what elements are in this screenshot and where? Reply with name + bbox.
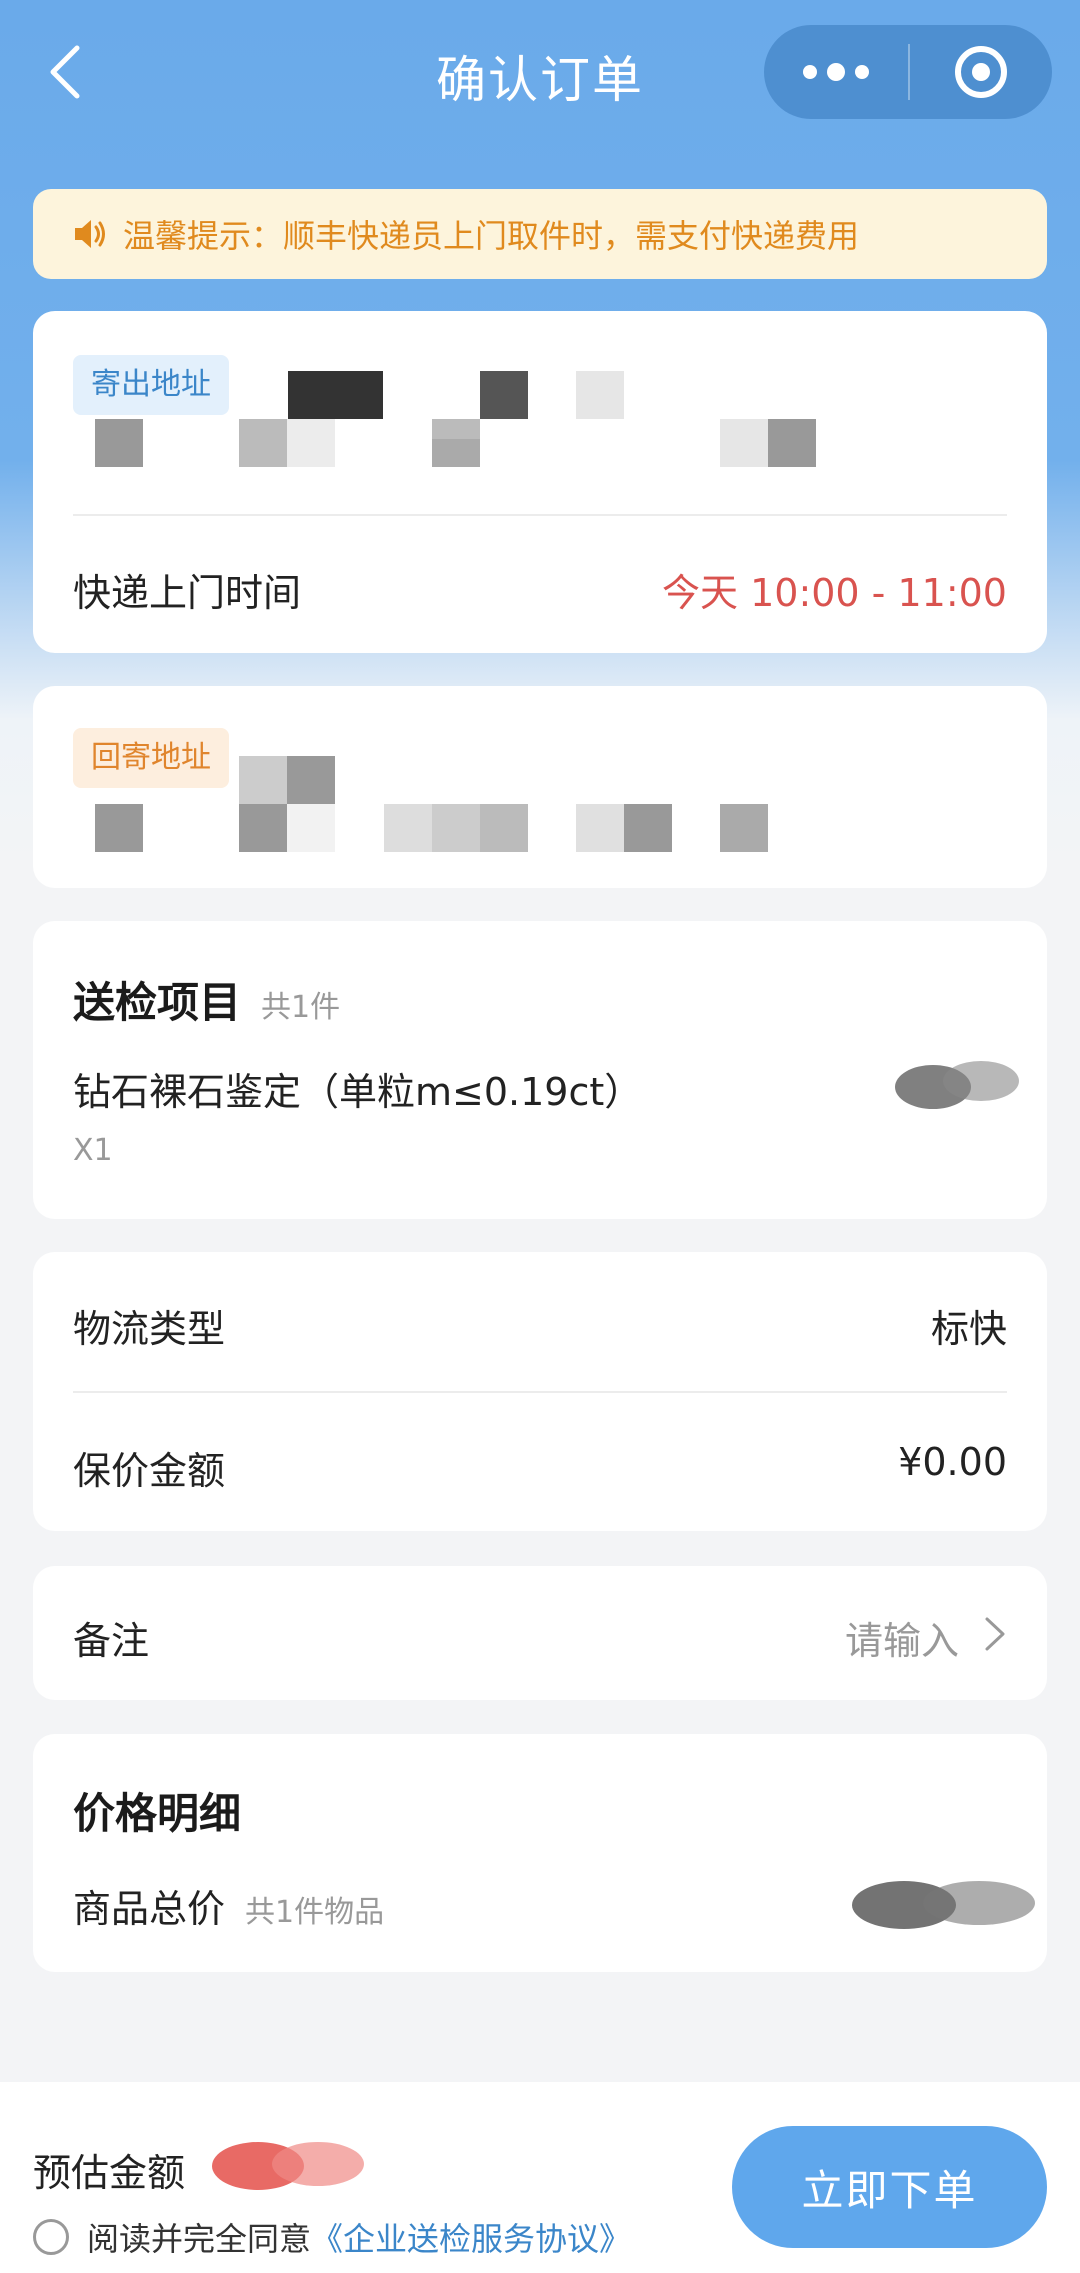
speaker-icon [75,220,105,248]
remark-label: 备注 [73,1619,150,1663]
agreement-row: 阅读并完全同意 《企业送检服务协议》 [33,2214,631,2260]
logistics-card: 物流类型 标快 保价金额 ¥0.00 [33,1252,1047,1531]
inspection-title-text: 送检项目 [73,978,242,1027]
inspection-items-card: 送检项目 共1件 钻石裸石鉴定（单粒m≤0.19ct） X1 [33,921,1047,1219]
price-detail-title: 价格明细 [73,1789,242,1838]
pickup-time-value[interactable]: 今天 10:00 - 11:00 [662,562,1007,617]
insured-amount-value: ¥0.00 [898,1440,1007,1484]
price-detail-card: 价格明细 商品总价 共1件物品 [33,1734,1047,1972]
chevron-right-icon [985,1617,1005,1651]
insured-amount-label: 保价金额 [73,1449,226,1493]
inspection-count: 共1件 [261,990,341,1025]
notice-text: 温馨提示：顺丰快递员上门取件时，需支付快递费用 [123,217,860,255]
logistics-type-label: 物流类型 [73,1307,226,1351]
price-total-sub: 共1件物品 [245,1895,385,1930]
return-address-tag: 回寄地址 [73,728,229,788]
price-total-label-text: 商品总价 [73,1887,226,1931]
divider [73,514,1007,516]
target-circle-icon[interactable] [910,25,1052,119]
logistics-type-value: 标快 [930,1307,1007,1351]
divider [73,1391,1007,1393]
redacted-total-price [852,1881,1035,1929]
more-dots-icon[interactable] [764,25,908,119]
place-order-button[interactable]: 立即下单 [732,2126,1047,2248]
agreement-checkbox[interactable] [33,2219,69,2255]
return-address-card[interactable]: 回寄地址 [33,686,1047,888]
inspection-item-name: 钻石裸石鉴定（单粒m≤0.19ct） [73,1070,643,1114]
mini-program-capsule [764,25,1052,119]
pickup-time-label: 快递上门时间 [73,571,302,615]
redacted-price [895,1061,1019,1109]
top-navigation-bar: 确认订单 [0,0,1080,150]
estimate-label: 预估金额 [33,2151,186,2195]
inspection-title: 送检项目 共1件 [73,969,340,1030]
redacted-estimate-amount [212,2142,364,2190]
send-address-card[interactable]: 寄出地址 快递上门时间 今天 10:00 - 11:00 [33,311,1047,653]
send-address-tag: 寄出地址 [73,355,229,415]
agreement-link[interactable]: 《企业送检服务协议》 [311,2214,631,2260]
notice-banner: 温馨提示：顺丰快递员上门取件时，需支付快递费用 [33,189,1047,279]
agreement-text: 阅读并完全同意 [87,2220,312,2258]
remark-input[interactable]: 请输入 [845,1610,959,1665]
inspection-item-qty: X1 [73,1133,113,1168]
remark-card[interactable]: 备注 请输入 [33,1566,1047,1700]
price-total-label: 商品总价 共1件物品 [73,1878,384,1933]
